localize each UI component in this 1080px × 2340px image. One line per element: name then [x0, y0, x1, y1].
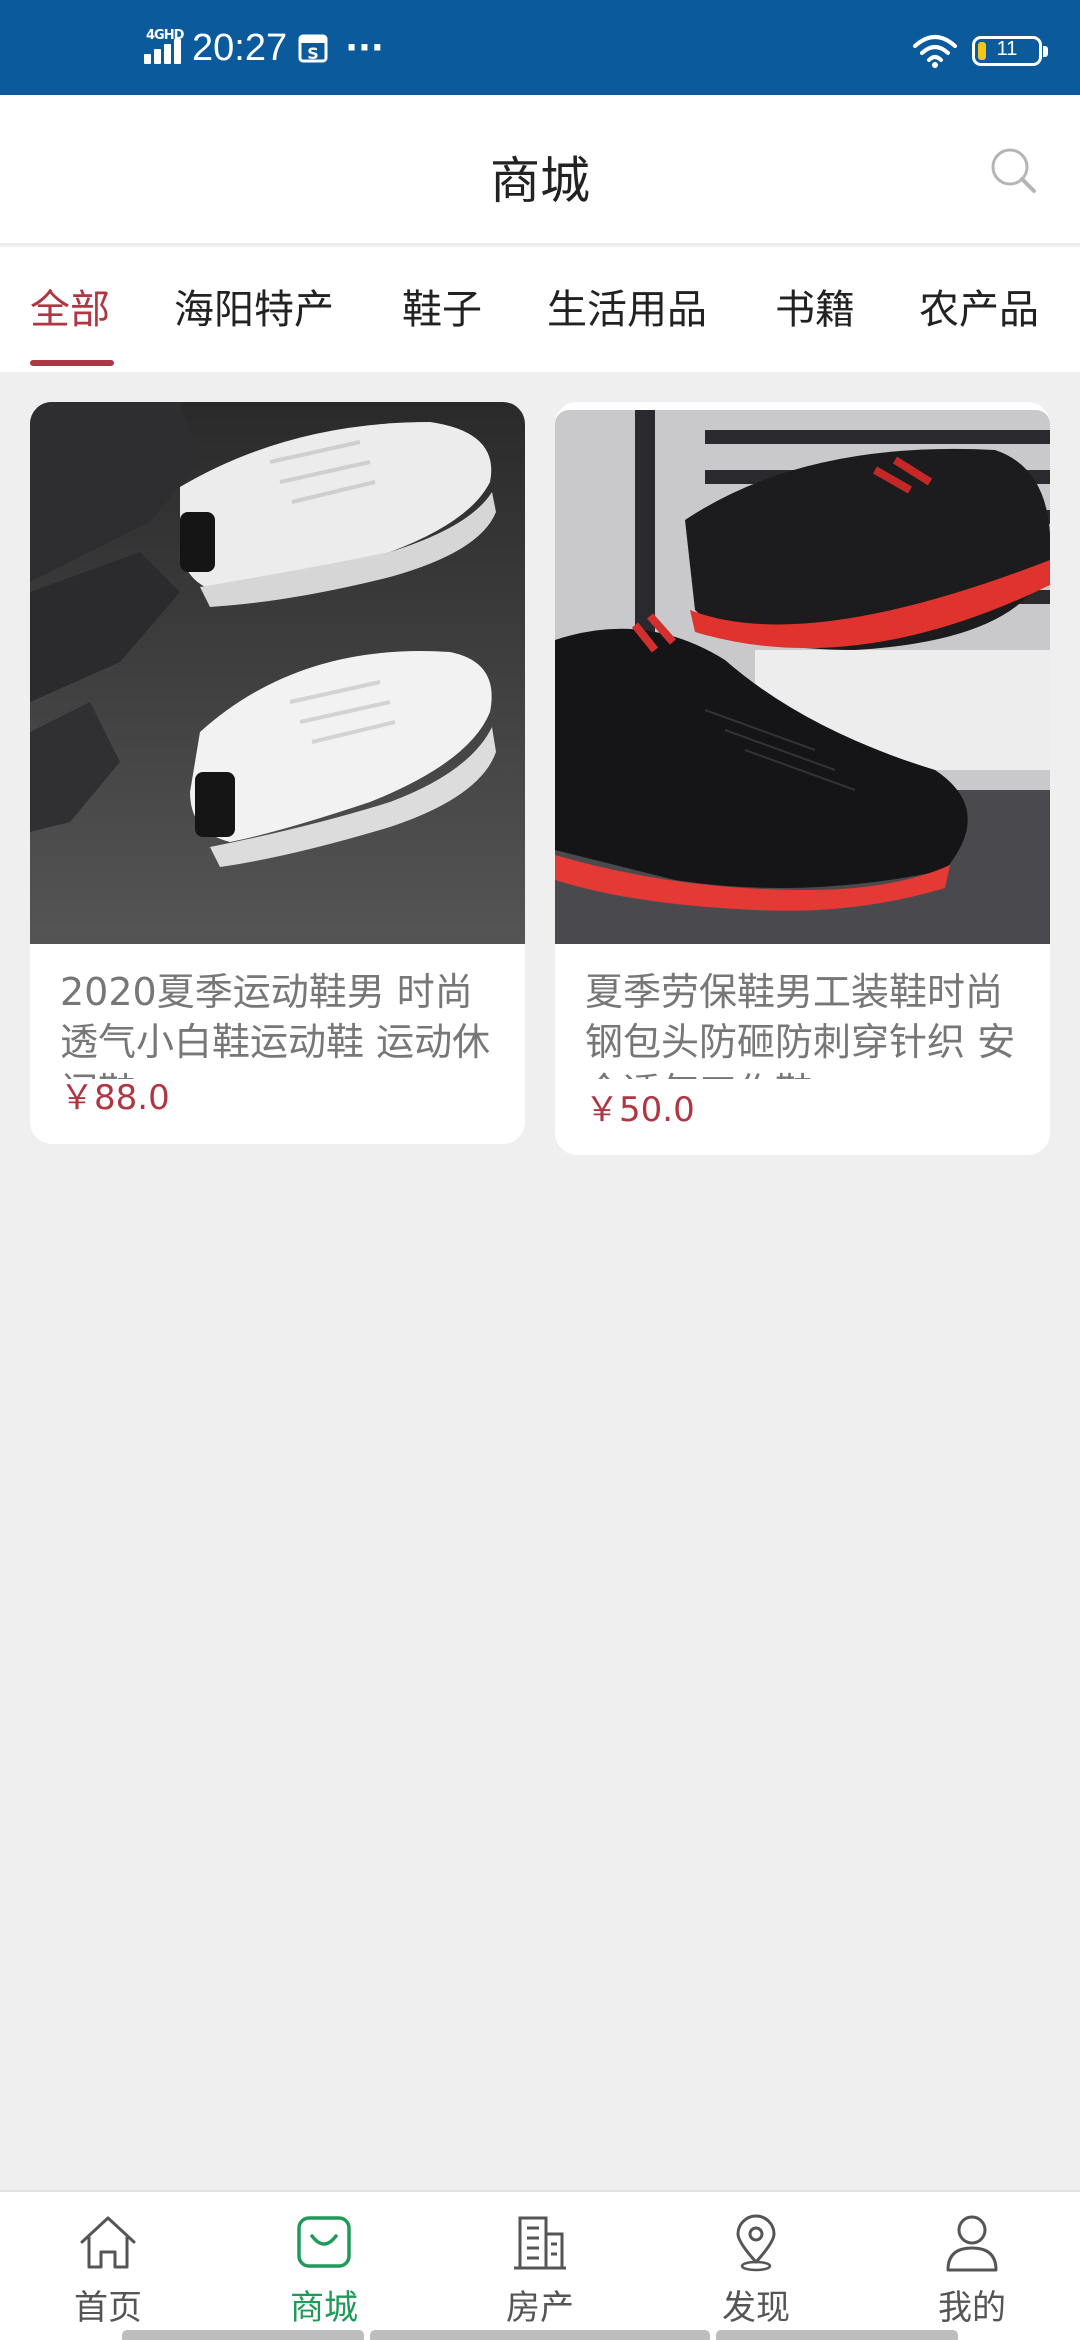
nav-mall[interactable]: 商城 — [264, 2210, 384, 2340]
category-tabs: 全部 海阳特产 鞋子 生活用品 书籍 农产品 — [0, 247, 1080, 372]
location-pin-icon — [736, 2214, 776, 2272]
svg-text:S: S — [307, 44, 319, 63]
home-icon — [80, 2216, 136, 2269]
status-bar: 4GHD 20:27 S ··· 11 — [0, 0, 1080, 95]
nav-label-property: 房产 — [506, 2288, 574, 2328]
nav-home[interactable]: 首页 — [48, 2210, 168, 2340]
tab-books[interactable]: 书籍 — [775, 277, 855, 335]
nav-discover[interactable]: 发现 — [696, 2210, 816, 2340]
product-card[interactable]: 2020夏季运动鞋男 时尚透气小白鞋运动鞋 运动休闲鞋 ￥88.0 — [30, 402, 525, 1144]
product-price: ￥88.0 — [60, 1078, 170, 1118]
product-name: 夏季劳保鞋男工装鞋时尚钢包头防砸防刺穿针织 安全透气工作鞋 — [585, 970, 1016, 1079]
product-image — [555, 410, 1050, 952]
status-time: 20:27 — [192, 26, 288, 69]
tab-all[interactable]: 全部 — [30, 277, 110, 335]
battery-level: 11 — [996, 38, 1018, 60]
tab-haiyang-specialty[interactable]: 海阳特产 — [174, 277, 334, 335]
cellular-signal-icon: 4GHD — [140, 28, 190, 68]
nav-label-me: 我的 — [938, 2288, 1006, 2328]
page-title: 商城 — [490, 152, 590, 210]
tab-daily-goods[interactable]: 生活用品 — [547, 277, 707, 335]
product-card[interactable]: 夏季劳保鞋男工装鞋时尚钢包头防砸防刺穿针织 安全透气工作鞋 ￥50.0 — [555, 402, 1050, 1155]
tab-shoes[interactable]: 鞋子 — [402, 277, 482, 335]
product-name: 2020夏季运动鞋男 时尚透气小白鞋运动鞋 运动休闲鞋 — [60, 970, 491, 1079]
search-icon[interactable] — [988, 145, 1040, 197]
product-image — [30, 402, 525, 944]
user-icon — [946, 2215, 998, 2272]
battery-icon: 11 — [972, 36, 1048, 66]
bottom-navigation: 首页 商城 房产 发现 我的 — [0, 2190, 1080, 2340]
building-icon — [514, 2216, 566, 2270]
tab-farm-products[interactable]: 农产品 — [919, 277, 1039, 335]
app-header: 商城 — [0, 95, 1080, 245]
gesture-bar — [370, 2330, 710, 2340]
nav-me[interactable]: 我的 — [912, 2210, 1032, 2340]
calendar-notification-icon: S — [298, 34, 328, 63]
nav-label-mall: 商城 — [290, 2288, 358, 2328]
product-price: ￥50.0 — [585, 1090, 695, 1130]
wifi-icon — [913, 35, 957, 68]
more-notifications-icon: ··· — [345, 28, 384, 68]
shopping-bag-icon — [297, 2216, 351, 2268]
gesture-bar — [716, 2330, 958, 2340]
nav-label-home: 首页 — [74, 2288, 142, 2328]
nav-property[interactable]: 房产 — [480, 2210, 600, 2340]
nav-label-discover: 发现 — [722, 2288, 790, 2328]
gesture-bar — [122, 2330, 364, 2340]
active-tab-indicator — [30, 360, 114, 366]
